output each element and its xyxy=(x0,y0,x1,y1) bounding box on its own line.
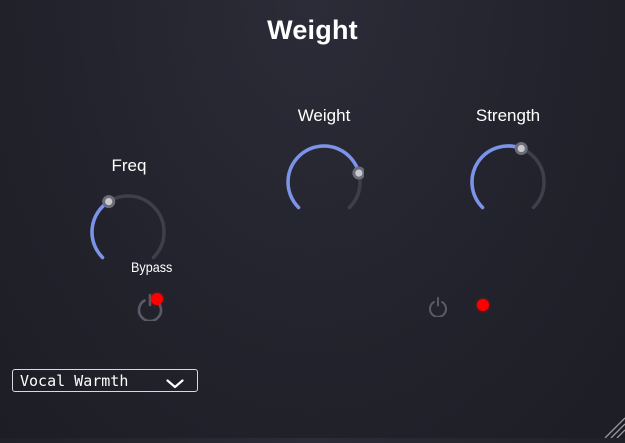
preset-selected-value: Vocal Warmth xyxy=(20,372,129,390)
freq-knob-label: Freq xyxy=(111,156,147,175)
weight-knob-value-arc xyxy=(286,144,361,210)
strength-knob[interactable] xyxy=(468,142,548,222)
freq-knob-pointer xyxy=(105,198,113,206)
strength-knob-label: Strength xyxy=(475,106,541,125)
bypass-led-indicator xyxy=(151,293,163,305)
chevron-down-icon xyxy=(166,376,184,394)
plugin-title: Weight xyxy=(267,15,358,45)
weight-knob-graphic xyxy=(286,144,364,210)
resize-grip-icon[interactable] xyxy=(601,414,625,439)
preset-dropdown[interactable]: Vocal Warmth xyxy=(12,369,198,392)
weight-knob-label: Weight xyxy=(297,106,351,125)
strength-knob-graphic xyxy=(470,142,546,210)
strength-knob-pointer xyxy=(517,144,525,153)
led-indicator xyxy=(477,299,489,311)
strength-knob-value-arc xyxy=(470,144,523,210)
power-icon[interactable] xyxy=(427,295,449,318)
weight-knob-pointer xyxy=(355,169,363,177)
bypass-label: Bypass xyxy=(131,259,173,275)
freq-knob-value-arc xyxy=(90,199,111,260)
weight-knob[interactable] xyxy=(284,142,364,222)
